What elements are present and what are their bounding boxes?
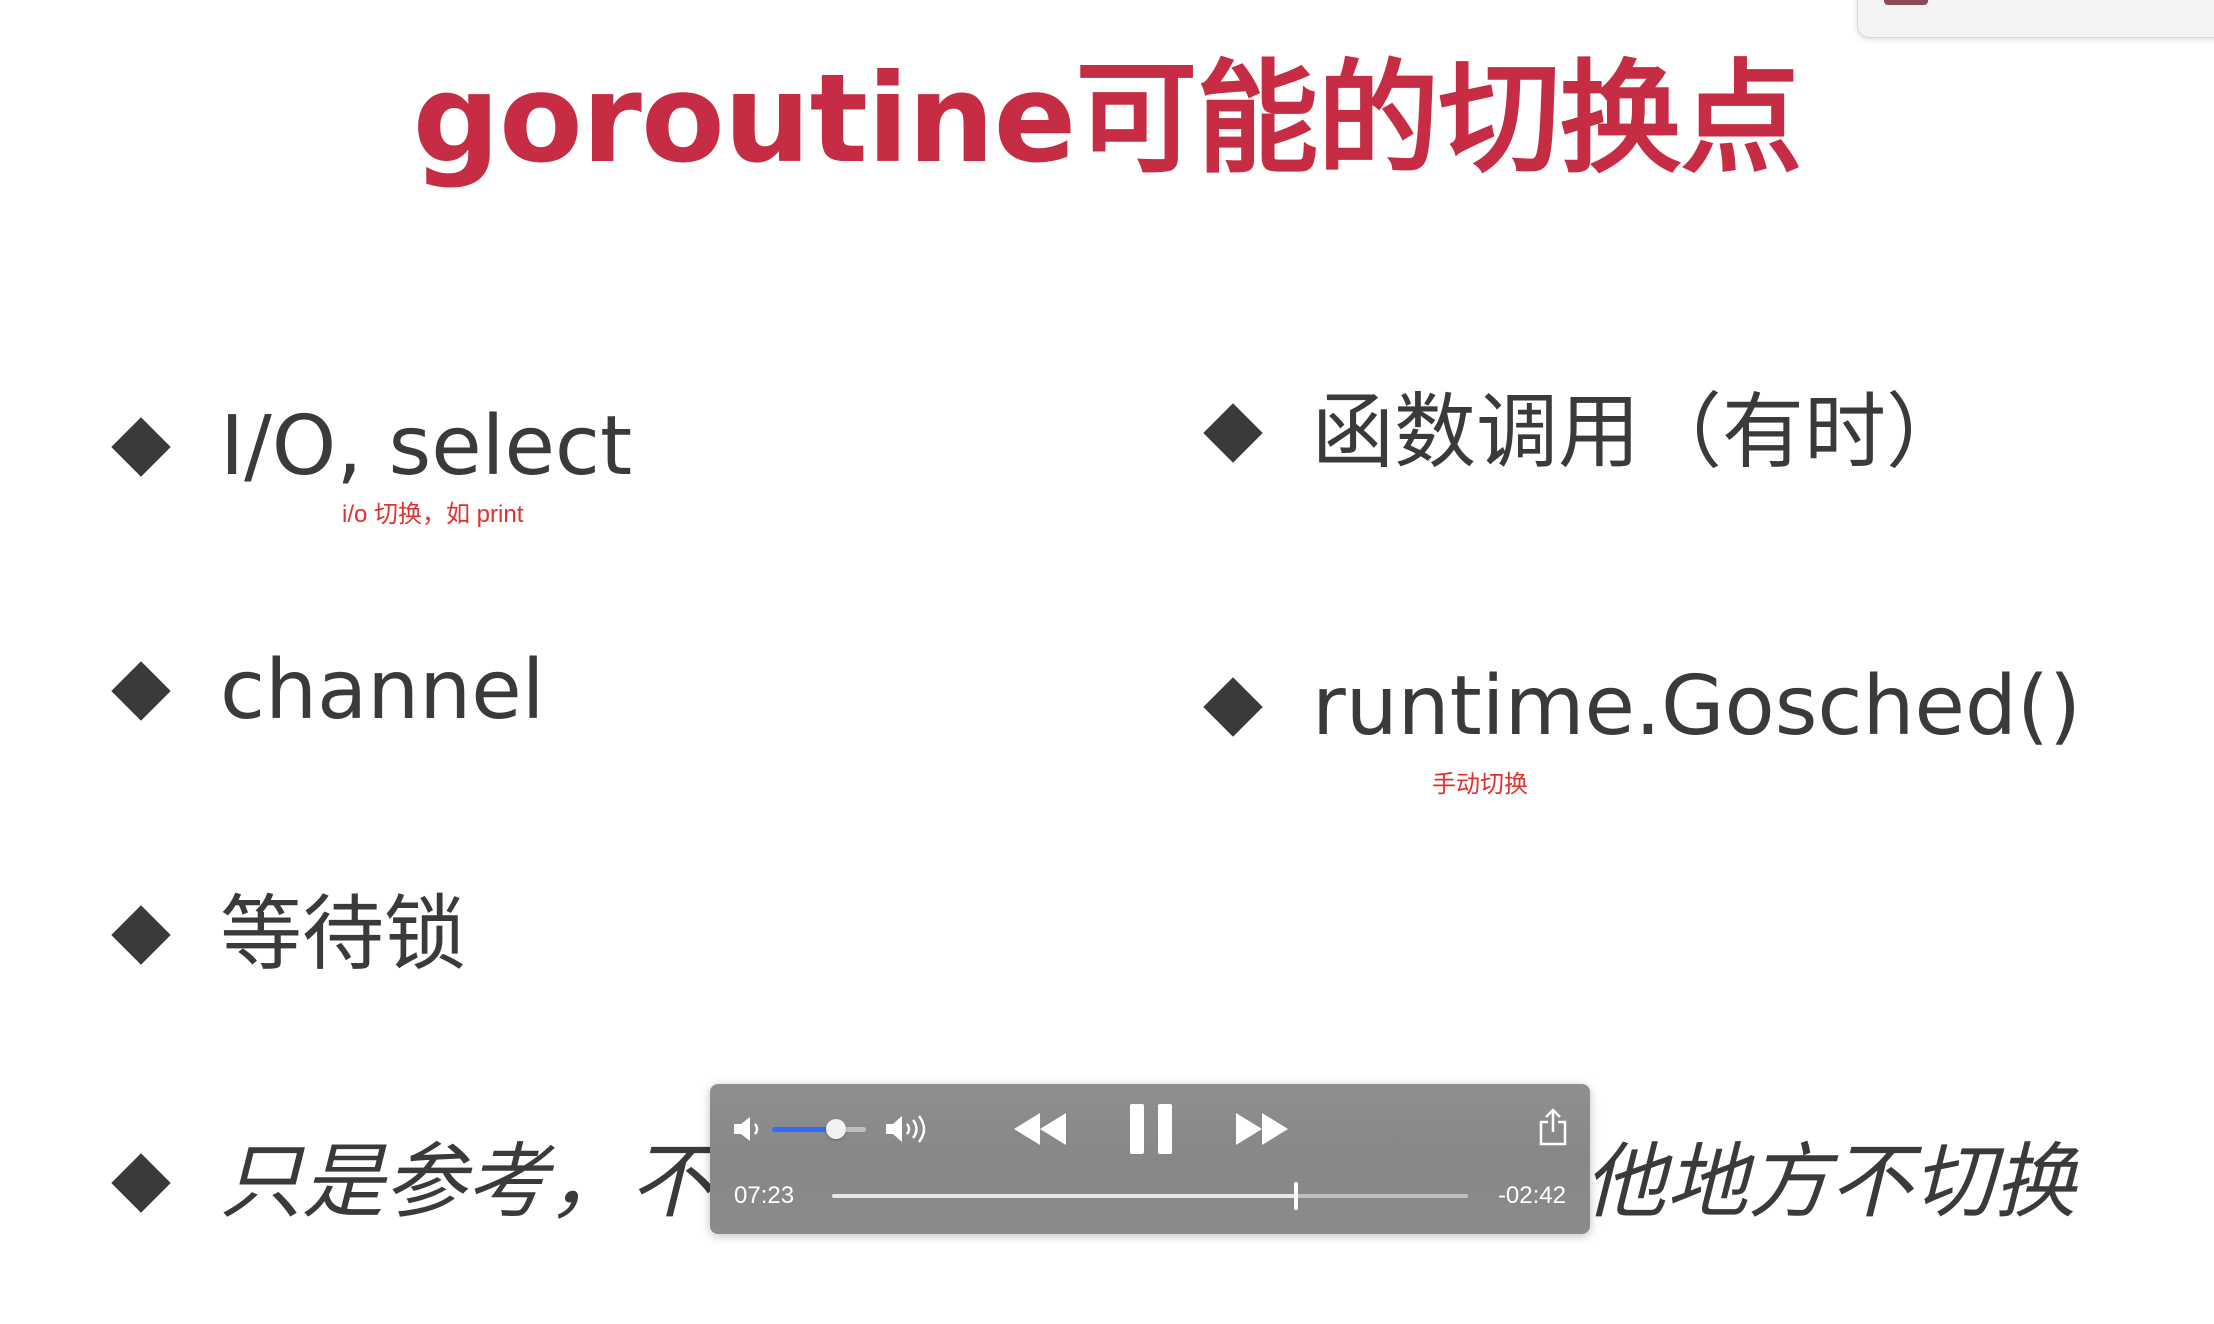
- bullet-gosched: runtime.Gosched(): [1200, 666, 2081, 748]
- elapsed-time: 07:23: [734, 1182, 795, 1209]
- fast-forward-icon[interactable]: [1232, 1109, 1292, 1149]
- bullet-io-select: I/O, select: [108, 406, 632, 488]
- annotation-gosched: 手动切换: [1432, 771, 1528, 798]
- diamond-bullet-icon: [1203, 677, 1263, 737]
- progress-handle[interactable]: [1294, 1182, 1299, 1210]
- bullet-text: 等待锁: [220, 887, 467, 982]
- video-frame: goroutine可能的切换点 I/O, select i/o 切换，如 pri…: [0, 0, 2214, 1324]
- bullet-reference-note-tail: 他地方不切换: [1584, 1142, 2076, 1224]
- bullet-function-call: 函数调用（有时）: [1200, 392, 1968, 474]
- volume-high-icon[interactable]: [884, 1112, 930, 1146]
- diamond-bullet-icon: [111, 1153, 171, 1213]
- bullet-text: channel: [220, 643, 545, 738]
- volume-slider[interactable]: [772, 1119, 866, 1139]
- diamond-bullet-icon: [111, 905, 171, 965]
- diamond-bullet-icon: [111, 417, 171, 477]
- volume-slider-knob[interactable]: [825, 1119, 846, 1139]
- video-controls[interactable]: 07:23 -02:42: [710, 1084, 1590, 1234]
- bullet-text: 函数调用（有时）: [1312, 385, 1969, 480]
- bullet-text-left: 只是参考，不能: [220, 1135, 794, 1230]
- volume-low-icon[interactable]: [732, 1114, 766, 1144]
- notification-popup[interactable]: [1857, 0, 2214, 38]
- rewind-icon[interactable]: [1010, 1109, 1070, 1149]
- remaining-time: -02:42: [1497, 1182, 1566, 1209]
- bullet-reference-note: 只是参考，不能: [108, 1142, 794, 1224]
- slide-title: goroutine可能的切换点: [412, 48, 1803, 190]
- progress-fill: [832, 1194, 1297, 1198]
- bullet-text: runtime.Gosched(): [1312, 659, 2081, 754]
- share-icon[interactable]: [1538, 1108, 1568, 1146]
- bullet-channel: channel: [108, 650, 544, 732]
- pause-icon[interactable]: [1128, 1102, 1174, 1156]
- bullet-wait-lock: 等待锁: [108, 894, 466, 976]
- diamond-bullet-icon: [111, 661, 171, 721]
- annotation-io: i/o 切换，如 print: [342, 501, 524, 528]
- progress-scrubber[interactable]: [832, 1182, 1468, 1210]
- notification-thumbnail: [1884, 0, 1928, 5]
- diamond-bullet-icon: [1203, 403, 1263, 463]
- bullet-text: I/O, select: [220, 399, 633, 494]
- bullet-text-right: 他地方不切换: [1584, 1135, 2076, 1230]
